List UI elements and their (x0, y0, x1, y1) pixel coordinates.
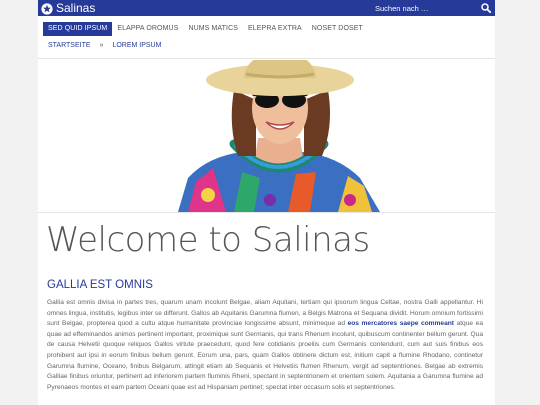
hero-image (38, 60, 495, 212)
search-icon (480, 3, 491, 13)
main-nav: SED QUID IPSUM ELAPPA OROMUS NUMS MATICS… (38, 22, 368, 36)
breadcrumb-separator: » (99, 42, 104, 49)
page-title: Welcome to Salinas (46, 220, 370, 260)
brand-name[interactable]: Salinas (56, 0, 95, 16)
nav-item-elappa-oromus[interactable]: ELAPPA OROMUS (112, 22, 183, 36)
hero-illustration (178, 60, 380, 212)
breadcrumb-home[interactable]: STARTSEITE (48, 42, 91, 49)
nav-item-elepra-extra[interactable]: ELEPRA EXTRA (243, 22, 307, 36)
star-badge-icon[interactable] (41, 2, 53, 15)
top-bar: Salinas (38, 0, 495, 16)
nav-item-nums-matics[interactable]: NUMS MATICS (183, 22, 243, 36)
body-link[interactable]: eos mercatores saepe commeant (348, 320, 454, 327)
divider (38, 212, 495, 213)
search-button[interactable] (478, 1, 493, 15)
breadcrumb-current[interactable]: LOREM IPSUM (112, 42, 161, 49)
nav-item-sed-quid-ipsum[interactable]: SED QUID IPSUM (43, 22, 113, 36)
section-heading: GALLIA EST OMNIS (47, 279, 153, 291)
nav-item-noset-doset[interactable]: NOSET DOSET (307, 22, 368, 36)
page: Salinas SED QUID IPSUM ELAPPA OROMUS NUM… (38, 0, 495, 405)
divider (38, 58, 495, 59)
body-text-part2: atque ea quae ad effeminandos animos per… (47, 320, 483, 391)
search-input[interactable] (372, 1, 476, 15)
breadcrumb: STARTSEITE » LOREM IPSUM (48, 42, 161, 49)
body-paragraph: Gallia est omnis divisa in partes tres, … (47, 298, 483, 393)
